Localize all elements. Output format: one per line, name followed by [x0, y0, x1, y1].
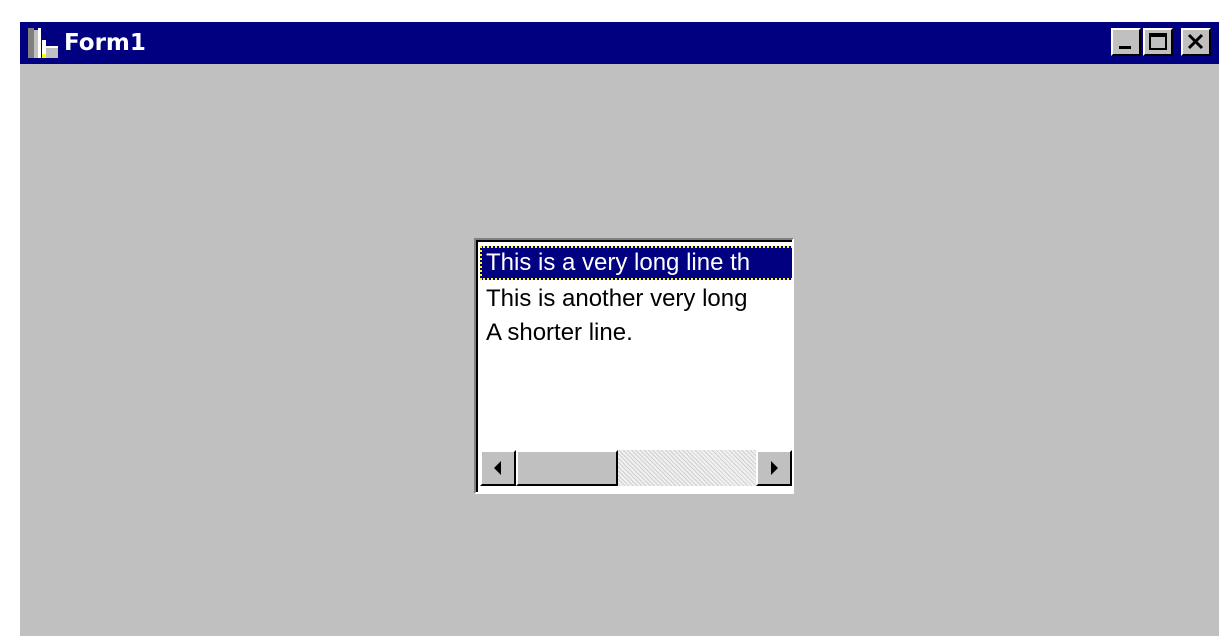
- scroll-right-button[interactable]: [756, 450, 792, 486]
- list-item-2[interactable]: This is another very long: [480, 282, 792, 316]
- form1-window: Form1 This is a very long line th This i…: [20, 22, 1219, 636]
- close-button[interactable]: [1181, 28, 1211, 56]
- list-box-content: This is a very long line th This is anot…: [476, 240, 792, 492]
- horizontal-scrollbar[interactable]: [480, 450, 792, 486]
- app-icon[interactable]: [26, 26, 60, 60]
- left-arrow-icon: [494, 461, 501, 475]
- list-item-3[interactable]: A shorter line.: [480, 316, 792, 350]
- scroll-left-button[interactable]: [480, 450, 516, 486]
- close-icon: [1187, 33, 1204, 50]
- right-arrow-icon: [771, 461, 778, 475]
- minimize-button[interactable]: [1111, 28, 1141, 56]
- window-title: Form1: [64, 30, 146, 56]
- maximize-button[interactable]: [1143, 28, 1173, 56]
- minimize-icon: [1119, 46, 1131, 49]
- list-item-1[interactable]: This is a very long line th: [480, 246, 792, 280]
- maximize-icon: [1149, 33, 1167, 50]
- title-bar[interactable]: Form1: [20, 22, 1219, 64]
- list-box[interactable]: This is a very long line th This is anot…: [474, 238, 794, 494]
- scroll-thumb[interactable]: [516, 450, 618, 486]
